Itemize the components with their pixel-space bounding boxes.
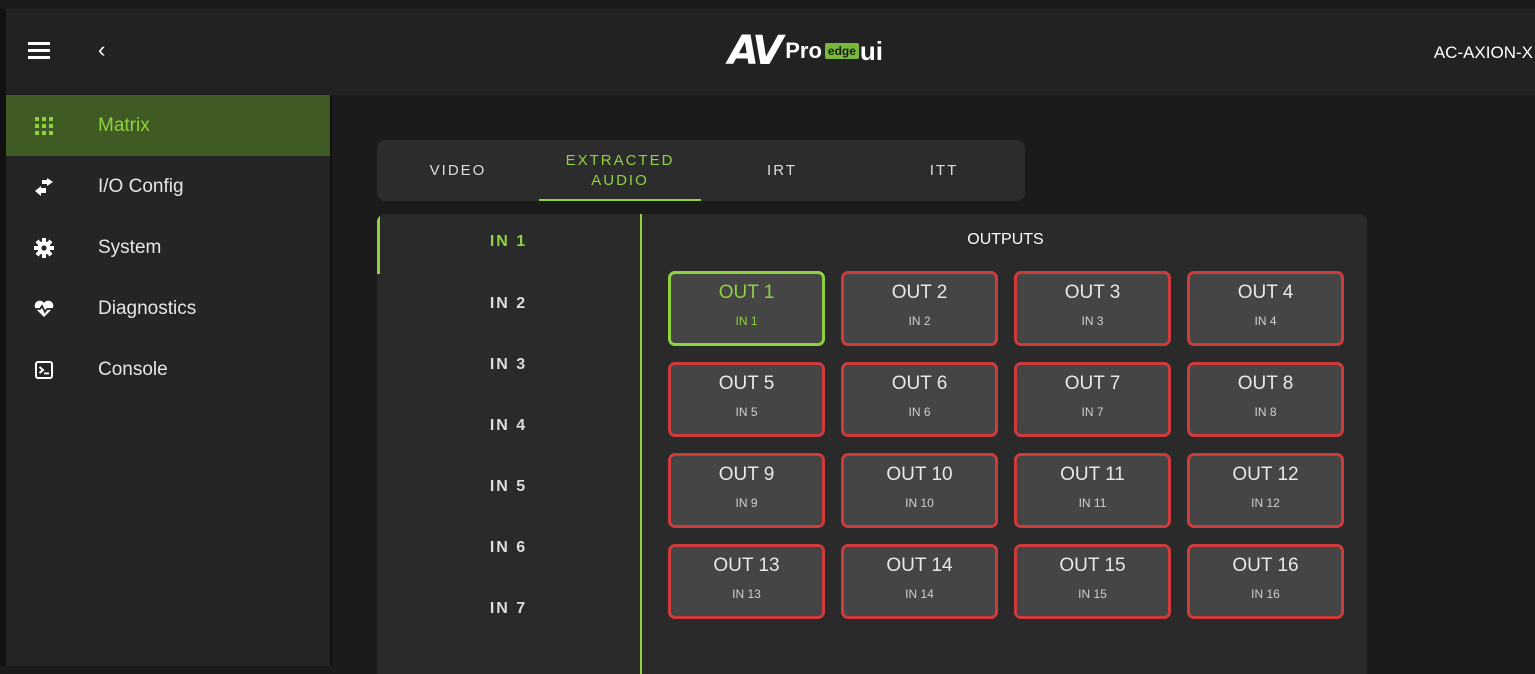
sidebar-item-label: System [98,236,162,258]
tab-label: EXTRACTED AUDIO [566,151,675,191]
outputs-title: OUTPUTS [967,231,1044,248]
output-source: IN 14 [905,587,934,601]
output-name: OUT 2 [891,282,948,303]
output-button-7[interactable]: OUT 7 IN 7 [1014,362,1171,437]
logo-ui: ui [859,35,884,66]
output-name: OUT 3 [1064,282,1121,303]
output-source: IN 10 [905,496,934,510]
input-item-4[interactable]: IN 4 [377,417,640,435]
output-name: OUT 16 [1232,555,1299,576]
matrix-tabs: VIDEO EXTRACTED AUDIO IRT ITT [377,140,1025,201]
output-button-1[interactable]: OUT 1 IN 1 [668,271,825,346]
input-item-1[interactable]: IN 1 [377,233,640,251]
output-button-5[interactable]: OUT 5 IN 5 [668,362,825,437]
tab-label: ITT [929,161,959,179]
sidebar-item-label: Console [98,358,168,380]
sidebar-item-io-config[interactable]: I/O Config [6,156,330,217]
output-name: OUT 6 [891,373,948,394]
sidebar: Matrix I/O Config System Diagnostics Con… [6,95,332,666]
input-item-7[interactable]: IN 7 [377,600,640,618]
logo-edge: edge [824,43,859,59]
output-name: OUT 5 [718,373,775,394]
output-button-2[interactable]: OUT 2 IN 2 [841,271,998,346]
routing-panel: IN 1 IN 2 IN 3 IN 4 IN 5 IN 6 IN 7 OUTPU… [377,214,1367,674]
output-button-12[interactable]: OUT 12 IN 12 [1187,453,1344,528]
input-item-3[interactable]: IN 3 [377,356,640,374]
output-source: IN 4 [1254,314,1277,328]
output-button-6[interactable]: OUT 6 IN 6 [841,362,998,437]
avpro-logo: AV Pro edge ui [728,28,884,74]
output-button-10[interactable]: OUT 10 IN 10 [841,453,998,528]
output-name: OUT 8 [1237,373,1294,394]
output-source: IN 2 [908,314,931,328]
input-item-5[interactable]: IN 5 [377,478,640,496]
logo-pro: Pro [785,38,822,63]
output-source: IN 6 [908,405,931,419]
output-button-16[interactable]: OUT 16 IN 16 [1187,544,1344,619]
tab-itt[interactable]: ITT [863,140,1025,201]
output-source: IN 11 [1078,496,1107,510]
output-source: IN 13 [732,587,761,601]
output-button-14[interactable]: OUT 14 IN 14 [841,544,998,619]
output-source: IN 15 [1078,587,1107,601]
output-button-4[interactable]: OUT 4 IN 4 [1187,271,1344,346]
output-grid: OUT 1 IN 1 OUT 2 IN 2 OUT 3 IN 3 OUT 4 IN 4 … [668,271,1344,619]
output-source: IN 3 [1081,314,1104,328]
back-chevron-icon[interactable]: ‹ [98,37,105,63]
tab-label-line1: EXTRACTED [565,151,675,169]
tab-irt[interactable]: IRT [701,140,863,201]
output-name: OUT 9 [718,464,775,485]
tab-extracted-audio[interactable]: EXTRACTED AUDIO [539,140,701,201]
top-bar: ‹ AV Pro edge ui AC-AXION-X [6,9,1535,95]
output-source: IN 8 [1254,405,1277,419]
output-name: OUT 15 [1059,555,1126,576]
output-source: IN 16 [1251,587,1280,601]
output-name: OUT 10 [886,464,953,485]
sidebar-item-label: Diagnostics [98,297,197,319]
output-button-8[interactable]: OUT 8 IN 8 [1187,362,1344,437]
output-name: OUT 12 [1232,464,1299,485]
output-source: IN 5 [735,405,758,419]
app-frame: ‹ AV Pro edge ui AC-AXION-X Matrix I/O C… [0,9,1535,674]
output-name: OUT 14 [886,555,953,576]
output-source: IN 1 [735,314,758,328]
sidebar-item-console[interactable]: Console [6,339,330,400]
swap-arrows-icon [32,177,56,196]
output-name: OUT 7 [1064,373,1121,394]
tab-video[interactable]: VIDEO [377,140,539,201]
output-button-15[interactable]: OUT 15 IN 15 [1014,544,1171,619]
sidebar-item-matrix[interactable]: Matrix [6,95,330,156]
output-button-11[interactable]: OUT 11 IN 11 [1014,453,1171,528]
output-name: OUT 1 [718,282,775,303]
logo-av: AV [728,28,783,74]
gear-icon [32,237,56,258]
sidebar-item-diagnostics[interactable]: Diagnostics [6,278,330,339]
output-button-13[interactable]: OUT 13 IN 13 [668,544,825,619]
heartbeat-icon [32,300,56,318]
output-button-3[interactable]: OUT 3 IN 3 [1014,271,1171,346]
tab-label-line2: AUDIO [591,171,649,189]
sidebar-item-system[interactable]: System [6,217,330,278]
output-source: IN 12 [1251,496,1280,510]
output-name: OUT 11 [1060,464,1125,485]
sidebar-item-label: Matrix [98,114,150,136]
output-button-9[interactable]: OUT 9 IN 9 [668,453,825,528]
grid-icon [32,116,56,135]
input-item-6[interactable]: IN 6 [377,539,640,557]
tab-label: VIDEO [429,161,487,179]
output-name: OUT 4 [1237,282,1294,303]
terminal-icon [32,360,56,379]
output-name: OUT 13 [713,555,780,576]
device-name: AC-AXION-X [1433,43,1533,62]
tab-label: IRT [767,161,797,179]
sidebar-item-label: I/O Config [98,175,184,197]
input-list[interactable]: IN 1 IN 2 IN 3 IN 4 IN 5 IN 6 IN 7 [377,214,642,674]
input-item-2[interactable]: IN 2 [377,295,640,313]
output-source: IN 9 [735,496,758,510]
output-source: IN 7 [1081,405,1104,419]
hamburger-menu-icon[interactable] [28,42,50,60]
